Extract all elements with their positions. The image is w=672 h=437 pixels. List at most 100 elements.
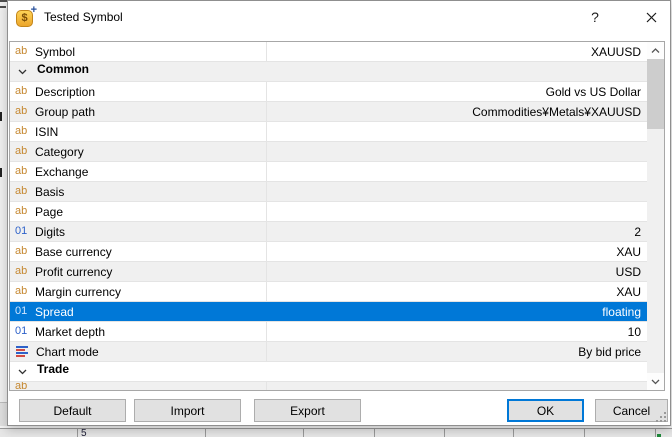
property-name-cell: Chart mode [10, 342, 266, 361]
close-icon [646, 12, 657, 23]
background-table-divider [513, 429, 514, 437]
property-label: Symbol [35, 45, 75, 59]
property-row-isin[interactable]: abISIN [10, 122, 647, 142]
property-value-cell[interactable]: XAUUSD [266, 42, 647, 61]
background-table-divider [205, 429, 206, 437]
text-property-icon: ab [15, 82, 34, 101]
property-row-group-path[interactable]: abGroup pathCommodities¥Metals¥XAUUSD [10, 102, 647, 122]
scrollbar-thumb[interactable] [647, 59, 664, 129]
scroll-down-button[interactable] [647, 373, 664, 390]
property-value-cell[interactable]: 10 [266, 322, 647, 341]
property-value-cell[interactable] [266, 182, 647, 201]
property-label: Exchange [35, 165, 88, 179]
property-name-cell: 01Spread [10, 302, 266, 321]
custom-symbol-coin-icon: $ + [16, 8, 35, 26]
text-property-icon: ab [15, 162, 34, 181]
text-property-icon: ab [15, 122, 34, 141]
chevron-down-icon [18, 62, 31, 81]
property-row-margin-currency[interactable]: abMargin currencyXAU [10, 282, 647, 302]
property-row-blank[interactable]: ab [10, 382, 647, 390]
resize-grip[interactable] [656, 412, 667, 423]
property-label: Spread [35, 305, 74, 319]
property-row-spread[interactable]: 01Spreadfloating [10, 302, 647, 322]
property-name-cell: ab [10, 382, 266, 390]
property-name-cell: abMargin currency [10, 282, 266, 301]
plus-badge-icon: + [31, 5, 37, 16]
chevron-down-icon [651, 379, 660, 385]
property-label: Margin currency [35, 285, 121, 299]
property-value-cell[interactable] [266, 122, 647, 141]
import-button[interactable]: Import [134, 399, 241, 422]
property-row-digits[interactable]: 01Digits2 [10, 222, 647, 242]
section-row-trade[interactable]: Trade [10, 362, 647, 382]
background-window-left-strip [0, 0, 7, 437]
text-property-icon: ab [15, 202, 34, 221]
scroll-up-button[interactable] [647, 42, 664, 59]
section-row-common[interactable]: Common [10, 62, 647, 82]
section-label: Trade [37, 362, 69, 381]
section-label: Common [37, 62, 89, 81]
property-name-cell: abPage [10, 202, 266, 221]
property-value-cell[interactable] [266, 162, 647, 181]
close-button[interactable] [634, 1, 668, 33]
property-label: Profit currency [35, 265, 112, 279]
text-property-icon: ab [15, 42, 34, 61]
property-value-cell[interactable]: XAU [266, 242, 647, 261]
property-name-cell: abGroup path [10, 102, 266, 121]
property-value-cell[interactable]: Commodities¥Metals¥XAUUSD [266, 102, 647, 121]
property-row-base-currency[interactable]: abBase currencyXAU [10, 242, 647, 262]
default-button[interactable]: Default [19, 399, 126, 422]
background-fragment [0, 168, 2, 177]
chevron-down-icon [18, 362, 31, 381]
background-table-divider [444, 429, 445, 437]
property-value-cell[interactable]: XAU [266, 282, 647, 301]
property-name-cell: abBase currency [10, 242, 266, 261]
property-value-cell[interactable]: 2 [266, 222, 647, 241]
property-label: Market depth [35, 325, 105, 339]
property-row-exchange[interactable]: abExchange [10, 162, 647, 182]
property-row-category[interactable]: abCategory [10, 142, 647, 162]
property-row-description[interactable]: abDescriptionGold vs US Dollar [10, 82, 647, 102]
property-name-cell: 01Market depth [10, 322, 266, 341]
property-value-cell[interactable] [266, 202, 647, 221]
property-row-market-depth[interactable]: 01Market depth10 [10, 322, 647, 342]
background-table: 5 [0, 428, 672, 437]
property-list: abSymbolXAUUSDCommonabDescriptionGold vs… [9, 41, 665, 391]
chevron-up-icon [651, 48, 660, 54]
dialog-titlebar[interactable]: $ + Tested Symbol ? [8, 1, 670, 33]
dialog-title: Tested Symbol [44, 10, 123, 24]
property-row-profit-currency[interactable]: abProfit currency USD [10, 262, 647, 282]
property-value-cell[interactable] [266, 382, 647, 390]
property-label: Digits [35, 225, 65, 239]
property-name-cell: 01Digits [10, 222, 266, 241]
property-row-basis[interactable]: abBasis [10, 182, 647, 202]
screen: 5 $ + Tested Symbol ? abSymbolXAUUSDComm… [0, 0, 672, 437]
vertical-scrollbar[interactable] [647, 42, 664, 390]
property-value-cell[interactable]: USD [266, 262, 647, 281]
export-button[interactable]: Export [254, 399, 361, 422]
property-label: Description [35, 85, 95, 99]
integer-property-icon: 01 [15, 322, 34, 341]
text-property-icon: ab [15, 282, 34, 301]
integer-property-icon: 01 [15, 302, 34, 321]
property-name-cell: abDescription [10, 82, 266, 101]
property-row-page[interactable]: abPage [10, 202, 647, 222]
background-table-text: 5 [81, 429, 87, 437]
background-table-divider [374, 429, 375, 437]
text-property-icon: ab [15, 262, 34, 281]
property-name-cell: abBasis [10, 182, 266, 201]
property-row-chart-mode[interactable]: Chart modeBy bid price [10, 342, 647, 362]
property-value-cell[interactable]: By bid price [266, 342, 647, 361]
property-row-symbol[interactable]: abSymbol XAUUSD [10, 42, 647, 62]
property-name-cell: abExchange [10, 162, 266, 181]
property-label: ISIN [35, 125, 58, 139]
help-button[interactable]: ? [578, 1, 612, 33]
property-label: Base currency [35, 245, 112, 259]
background-table-divider [584, 429, 585, 437]
property-label: Page [35, 205, 63, 219]
property-value-cell[interactable]: Gold vs US Dollar [266, 82, 647, 101]
ok-button[interactable]: OK [507, 399, 584, 422]
tested-symbol-dialog: $ + Tested Symbol ? abSymbolXAUUSDCommon… [7, 0, 671, 426]
property-value-cell[interactable] [266, 142, 647, 161]
property-value-cell[interactable]: floating [266, 302, 647, 321]
